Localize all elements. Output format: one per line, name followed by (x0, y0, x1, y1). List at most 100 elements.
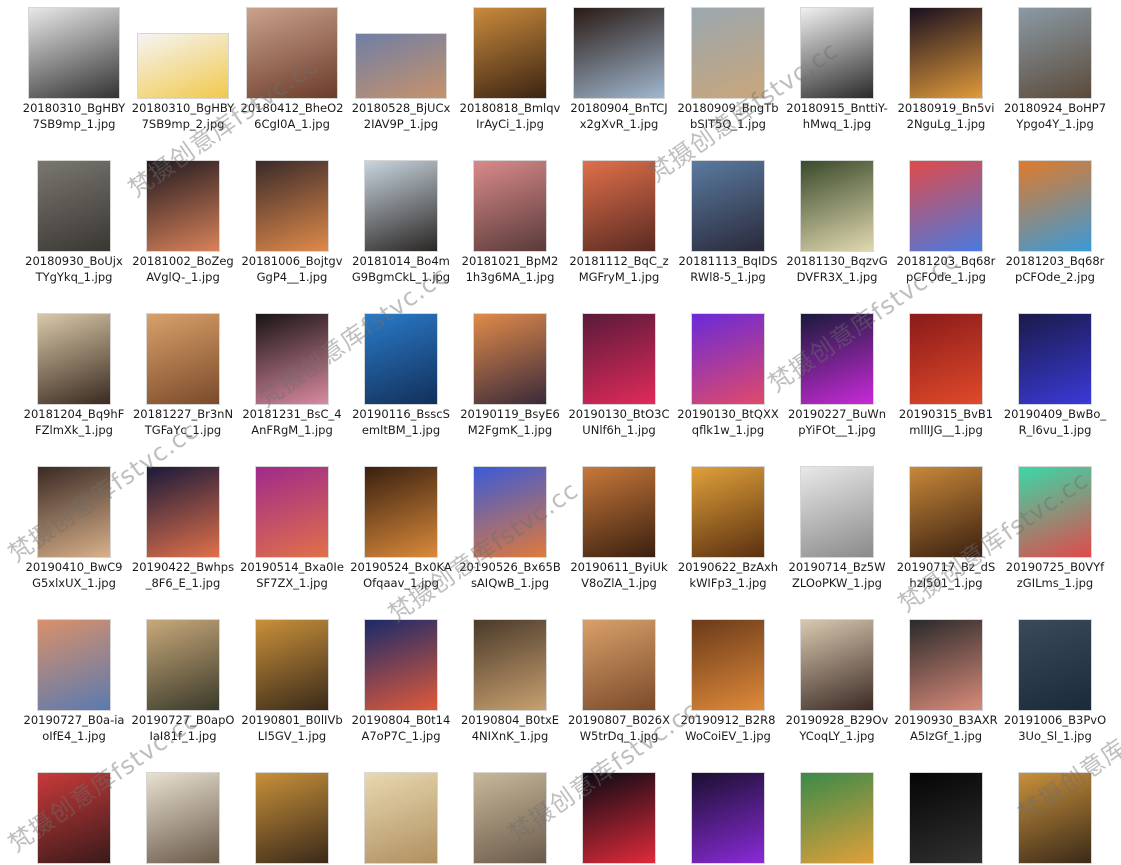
file-thumbnail[interactable] (692, 161, 764, 251)
file-thumbnail[interactable] (1019, 467, 1091, 557)
file-item[interactable]: 20190526_Bx65BsAIQwB_1.jpg (456, 467, 564, 591)
file-item[interactable]: 20181204_Bq9hFFZlmXk_1.jpg (20, 314, 128, 438)
file-thumbnail[interactable] (910, 161, 982, 251)
file-thumbnail[interactable] (1019, 314, 1091, 404)
file-thumbnail[interactable] (801, 467, 873, 557)
file-thumbnail[interactable] (1019, 620, 1091, 710)
file-thumbnail[interactable] (692, 314, 764, 404)
file-thumbnail[interactable] (38, 467, 110, 557)
file-item[interactable]: 20190717_Bz_dShzI501_1.jpg (892, 467, 1000, 591)
file-item[interactable]: 20190801_B0lIVbLI5GV_1.jpg (238, 620, 346, 744)
file-thumbnail[interactable] (583, 467, 655, 557)
file-thumbnail[interactable] (692, 467, 764, 557)
file-thumbnail[interactable] (692, 773, 764, 863)
file-thumbnail[interactable] (256, 467, 328, 557)
file-thumbnail[interactable] (910, 620, 982, 710)
file-thumbnail[interactable] (356, 34, 446, 98)
file-thumbnail[interactable] (1019, 773, 1091, 863)
file-item[interactable]: 20190514_Bxa0IeSF7ZX_1.jpg (238, 467, 346, 591)
file-item[interactable]: 20190227_BuWnpYiFOt__1.jpg (783, 314, 891, 438)
file-item[interactable]: 20181203_Bq68rpCFOde_2.jpg (1001, 161, 1109, 285)
file-item[interactable]: 20181014_Bo4mG9BgmCkL_1.jpg (347, 161, 455, 285)
file-item[interactable]: 20181002_BoZegAVglQ-_1.jpg (129, 161, 237, 285)
file-item[interactable]: 20181130_BqzvGDVFR3X_1.jpg (783, 161, 891, 285)
file-item[interactable]: 20190928_B29OvYCoqLY_1.jpg (783, 620, 891, 744)
file-thumbnail[interactable] (583, 314, 655, 404)
file-item[interactable] (892, 773, 1000, 865)
file-thumbnail[interactable] (247, 8, 337, 98)
file-thumbnail[interactable] (256, 161, 328, 251)
file-item[interactable]: 20180904_BnTCJx2gXvR_1.jpg (565, 8, 673, 132)
file-item[interactable]: 20190804_B0t14A7oP7C_1.jpg (347, 620, 455, 744)
file-thumbnail[interactable] (801, 773, 873, 863)
file-thumbnail[interactable] (147, 314, 219, 404)
file-item[interactable] (238, 773, 346, 865)
file-thumbnail[interactable] (692, 620, 764, 710)
file-item[interactable]: 20190727_B0a-iaoIfE4_1.jpg (20, 620, 128, 744)
file-thumbnail[interactable] (474, 620, 546, 710)
file-thumbnail[interactable] (910, 314, 982, 404)
file-item[interactable]: 20190725_B0VYfzGILms_1.jpg (1001, 467, 1109, 591)
file-item[interactable]: 20190315_BvB1mllIJG__1.jpg (892, 314, 1000, 438)
file-item[interactable]: 20190804_B0txE4NIXnK_1.jpg (456, 620, 564, 744)
file-thumbnail[interactable] (147, 161, 219, 251)
file-item[interactable]: 20181113_BqIDSRWl8-5_1.jpg (674, 161, 782, 285)
file-thumbnail[interactable] (474, 8, 546, 98)
file-item[interactable] (1001, 773, 1109, 865)
file-item[interactable]: 20190930_B3AXRA5IzGf_1.jpg (892, 620, 1000, 744)
file-item[interactable]: 20180915_BnttiY-hMwq_1.jpg (783, 8, 891, 132)
file-thumbnail[interactable] (574, 8, 664, 98)
file-item[interactable]: 20190524_Bx0KAOfqaav_1.jpg (347, 467, 455, 591)
file-thumbnail[interactable] (38, 773, 110, 863)
file-thumbnail[interactable] (474, 773, 546, 863)
file-item[interactable] (783, 773, 891, 865)
file-thumbnail[interactable] (583, 773, 655, 863)
file-item[interactable]: 20181006_BojtgvGgP4__1.jpg (238, 161, 346, 285)
file-item[interactable]: 20190807_B026XW5trDq_1.jpg (565, 620, 673, 744)
file-item[interactable]: 20190422_Bwhps_8F6_E_1.jpg (129, 467, 237, 591)
file-item[interactable]: 20180924_BoHP7Ypgo4Y_1.jpg (1001, 8, 1109, 132)
file-item[interactable]: 20190119_BsyE6M2FgmK_1.jpg (456, 314, 564, 438)
file-thumbnail[interactable] (583, 161, 655, 251)
file-thumbnail[interactable] (1019, 8, 1091, 98)
file-item[interactable]: 20190714_Bz5WZLOoPKW_1.jpg (783, 467, 891, 591)
file-item[interactable]: 20190622_BzAxhkWIFp3_1.jpg (674, 467, 782, 591)
file-thumbnail[interactable] (474, 161, 546, 251)
file-thumbnail[interactable] (474, 314, 546, 404)
file-thumbnail[interactable] (910, 773, 982, 863)
file-item[interactable]: 20180919_Bn5vi2NguLg_1.jpg (892, 8, 1000, 132)
file-thumbnail[interactable] (801, 620, 873, 710)
file-item[interactable]: 20180412_BheO26CgI0A_1.jpg (238, 8, 346, 132)
file-item[interactable]: 20180909_BngTbbSIT5Q_1.jpg (674, 8, 782, 132)
file-thumbnail[interactable] (256, 620, 328, 710)
file-thumbnail[interactable] (910, 467, 982, 557)
file-item[interactable]: 20190727_B0apOIaI81f_1.jpg (129, 620, 237, 744)
file-item[interactable]: 20180528_BjUCx2IAV9P_1.jpg (347, 8, 455, 132)
file-item[interactable]: 20191006_B3PvO3Uo_Sl_1.jpg (1001, 620, 1109, 744)
file-item[interactable]: 20181112_BqC_zMGFryM_1.jpg (565, 161, 673, 285)
file-item[interactable]: 20180310_BgHBY7SB9mp_1.jpg (20, 8, 128, 132)
file-thumbnail[interactable] (365, 773, 437, 863)
file-item[interactable]: 20181021_BpM21h3g6MA_1.jpg (456, 161, 564, 285)
file-thumbnail[interactable] (583, 620, 655, 710)
file-thumbnail[interactable] (692, 8, 764, 98)
file-item[interactable]: 20190410_BwC9G5xlxUX_1.jpg (20, 467, 128, 591)
file-item[interactable]: 20181203_Bq68rpCFOde_1.jpg (892, 161, 1000, 285)
file-thumbnail[interactable] (365, 314, 437, 404)
file-item[interactable] (347, 773, 455, 865)
file-thumbnail[interactable] (474, 467, 546, 557)
file-thumbnail[interactable] (801, 8, 873, 98)
file-thumbnail[interactable] (910, 8, 982, 98)
file-thumbnail[interactable] (801, 314, 873, 404)
file-thumbnail[interactable] (801, 161, 873, 251)
file-thumbnail[interactable] (1019, 161, 1091, 251)
file-thumbnail[interactable] (147, 773, 219, 863)
file-thumbnail[interactable] (138, 34, 228, 98)
file-thumbnail[interactable] (38, 314, 110, 404)
file-item[interactable]: 20190116_BsscSemltBM_1.jpg (347, 314, 455, 438)
file-item[interactable]: 20190912_B2R8WoCoiEV_1.jpg (674, 620, 782, 744)
file-item[interactable]: 20181231_BsC_4AnFRgM_1.jpg (238, 314, 346, 438)
file-item[interactable]: 20180930_BoUjxTYgYkq_1.jpg (20, 161, 128, 285)
file-thumbnail[interactable] (365, 467, 437, 557)
file-thumbnail[interactable] (256, 773, 328, 863)
